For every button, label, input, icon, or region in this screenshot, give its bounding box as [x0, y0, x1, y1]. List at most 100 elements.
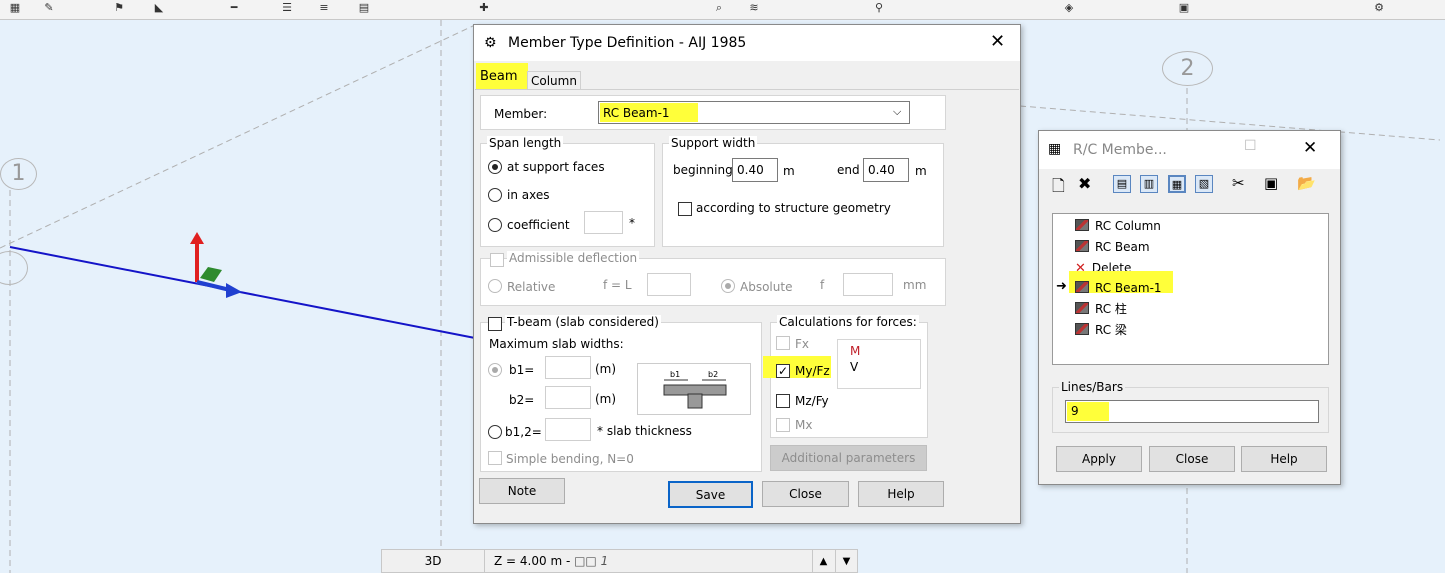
fig-b2: b2	[708, 370, 719, 379]
note-button[interactable]: Note	[479, 478, 565, 504]
help-button[interactable]: Help	[858, 481, 944, 507]
rc-close-button[interactable]: Close	[1149, 446, 1235, 472]
probe-icon[interactable]: ⚲	[870, 1, 888, 15]
table-icon[interactable]: ☰	[278, 1, 296, 15]
bars-icon[interactable]: ≡	[315, 1, 333, 15]
fx-checkbox[interactable]	[776, 336, 790, 350]
tree-item-rc-beam-1[interactable]: RC Beam-1	[1075, 278, 1162, 298]
level-down-icon[interactable]: ▼	[835, 550, 857, 573]
end-input[interactable]: 0.40	[863, 158, 909, 182]
tbeam-section-drawing	[663, 379, 727, 409]
section-icon[interactable]: ━	[225, 1, 243, 15]
radio-b1[interactable]	[488, 363, 502, 377]
tbeam-label: T-beam (slab considered)	[505, 315, 661, 329]
mx-checkbox[interactable]	[776, 418, 790, 432]
radio-coefficient[interactable]	[488, 218, 502, 232]
absolute-input[interactable]	[843, 273, 893, 296]
apply-button[interactable]: Apply	[1056, 446, 1142, 472]
radio-relative[interactable]	[488, 279, 502, 293]
myfz-checkbox[interactable]: ✓	[776, 364, 790, 378]
coefficient-input[interactable]	[584, 211, 623, 234]
view4-icon[interactable]: ▧	[1195, 175, 1213, 193]
radio-in-axes[interactable]	[488, 188, 502, 202]
deflection-label: Admissible deflection	[507, 251, 640, 265]
beginning-unit: m	[783, 164, 795, 178]
lines-bars-input[interactable]: 9	[1065, 400, 1319, 423]
relative-input[interactable]	[647, 273, 691, 296]
rc-titlebar: ▦ R/C Membe... ☐ ✕	[1039, 131, 1340, 169]
fill-icon[interactable]: ◈	[1060, 1, 1078, 15]
beginning-input[interactable]: 0.40	[732, 158, 778, 182]
rc-help-button[interactable]: Help	[1241, 446, 1327, 472]
app-icon: ⚙	[484, 35, 497, 51]
grid-line	[0, 24, 476, 249]
tbeam-checkbox[interactable]	[488, 317, 502, 331]
end-label: end	[837, 163, 860, 177]
rc-close-icon[interactable]: ✕	[1303, 138, 1317, 158]
b1-unit: (m)	[595, 362, 617, 376]
simple-bending-checkbox[interactable]	[488, 451, 502, 465]
dialog-title: Member Type Definition - AIJ 1985	[508, 35, 747, 51]
pencil-icon[interactable]: ✎	[40, 1, 58, 15]
member-label: Member:	[494, 107, 548, 121]
slab-thickness-label: * slab thickness	[597, 424, 692, 438]
grid-label-2: 2	[1162, 51, 1213, 86]
delete-icon[interactable]: ✖	[1078, 174, 1091, 193]
deflection-group: Admissible deflection Relative f = L Abs…	[480, 251, 946, 306]
tree-item-rc-beam[interactable]: RC Beam	[1075, 237, 1150, 257]
flag-icon[interactable]: ⚑	[110, 1, 128, 15]
rc-tree[interactable]: RC Column RC Beam ✕ Delete ➜ RC Beam-1 RC…	[1052, 213, 1329, 365]
view1-icon[interactable]: ▤	[1113, 175, 1131, 193]
properties-icon[interactable]: ▣	[1264, 174, 1278, 192]
tree-item-rc-column-jp[interactable]: RC 柱	[1075, 299, 1127, 319]
absolute-label: Absolute	[740, 280, 793, 294]
calc-icon[interactable]: ▤	[355, 1, 373, 15]
folder-icon[interactable]: 📂	[1297, 174, 1316, 192]
view3-icon[interactable]: ▦	[1168, 175, 1186, 193]
additional-parameters-button[interactable]: Additional parameters	[770, 445, 927, 471]
view2-icon[interactable]: ▥	[1140, 175, 1158, 193]
radio-b12[interactable]	[488, 425, 502, 439]
view-mode[interactable]: 3D	[382, 550, 485, 573]
tree-label: RC Beam-1	[1095, 281, 1162, 295]
spring-icon[interactable]: ≋	[745, 1, 763, 15]
end-unit: m	[915, 164, 927, 178]
maximize-icon[interactable]: ☐	[1244, 138, 1257, 154]
cut-icon[interactable]: ✂	[1232, 174, 1245, 192]
mzfy-checkbox[interactable]	[776, 394, 790, 408]
forces-list[interactable]: M V	[837, 339, 921, 389]
b12-label: b1,2=	[505, 425, 542, 439]
radio-absolute[interactable]	[721, 279, 735, 293]
pin-icon[interactable]: ✚	[475, 1, 493, 15]
axis-x-arrow	[196, 280, 231, 292]
geometry-checkbox[interactable]	[678, 202, 692, 216]
filter-icon[interactable]: ⚙	[1370, 1, 1388, 15]
member-select[interactable]: RC Beam-1 ⌵	[598, 101, 910, 124]
at-support-label: at support faces	[507, 160, 605, 174]
b2-input[interactable]	[545, 386, 591, 409]
new-icon[interactable]: 🗋	[1052, 175, 1065, 202]
tab-column[interactable]: Column	[527, 71, 581, 89]
beam-icon	[1075, 240, 1089, 252]
cube-icon[interactable]: ▣	[1175, 1, 1193, 15]
deflection-checkbox[interactable]	[490, 253, 504, 267]
member-row: Member: RC Beam-1 ⌵	[480, 95, 946, 130]
b1-input[interactable]	[545, 356, 591, 379]
close-icon[interactable]: ✕	[990, 31, 1005, 52]
radio-at-support[interactable]	[488, 160, 502, 174]
lines-bars-group: Lines/Bars 9	[1052, 380, 1329, 433]
tab-divider	[475, 89, 1019, 90]
axis-y-marker	[200, 267, 222, 282]
b12-input[interactable]	[545, 418, 591, 441]
level-up-icon[interactable]: ▲	[812, 550, 834, 573]
grid-icon[interactable]: ▦	[6, 1, 24, 15]
tree-item-rc-beam-jp[interactable]: RC 梁	[1075, 320, 1127, 340]
mx-label: Mx	[795, 418, 813, 432]
tab-beam[interactable]: Beam	[480, 69, 518, 84]
zoom-icon[interactable]: ⌕	[710, 1, 728, 15]
save-button[interactable]: Save	[668, 481, 753, 508]
tree-item-rc-column[interactable]: RC Column	[1075, 216, 1161, 236]
measure-icon[interactable]: ◣	[150, 1, 168, 15]
close-button[interactable]: Close	[762, 481, 849, 507]
lines-bars-label: Lines/Bars	[1059, 380, 1126, 394]
